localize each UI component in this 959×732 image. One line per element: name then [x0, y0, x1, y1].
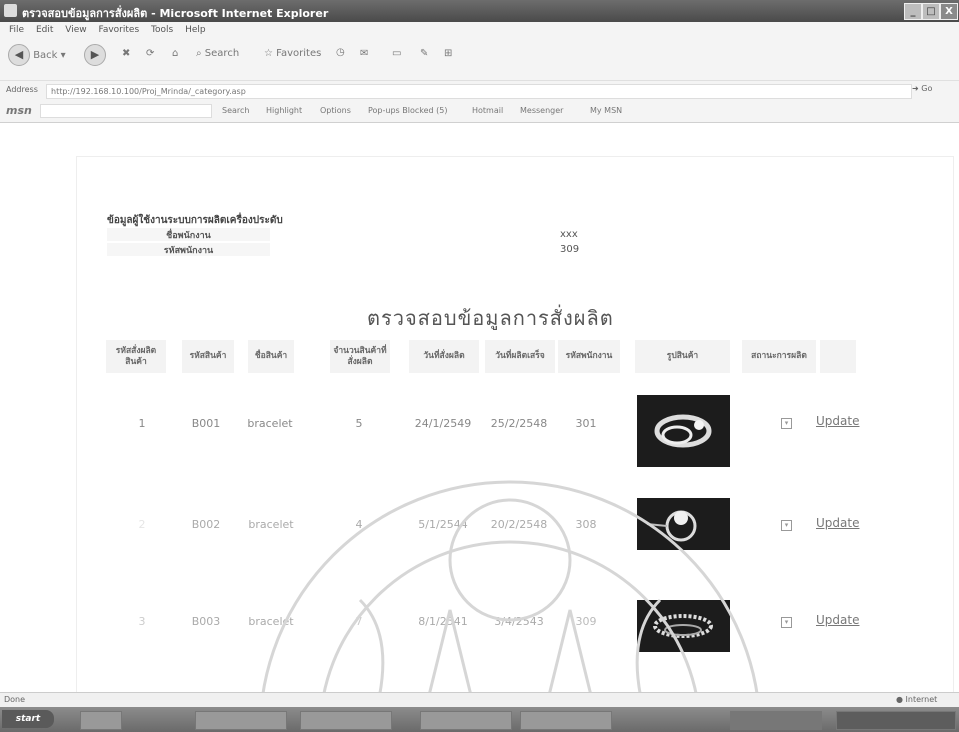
- favorites-label: Favorites: [276, 48, 322, 59]
- stop-icon[interactable]: ✖: [122, 48, 130, 74]
- search-button[interactable]: ⌕ Search: [196, 48, 239, 74]
- status-bar: Done ● Internet: [0, 692, 959, 708]
- address-input[interactable]: http://192.168.10.100/Proj_Mrinda/_categ…: [46, 84, 912, 99]
- forward-arrow-icon: ▶: [84, 44, 106, 66]
- msn-toolbar: msn Search Highlight Options Pop-ups Blo…: [0, 100, 959, 123]
- system-tray: [836, 711, 956, 730]
- taskbar-item-3[interactable]: [420, 711, 512, 730]
- print-icon[interactable]: ▭: [392, 48, 401, 74]
- row1-qty: 5: [355, 417, 363, 430]
- row2-order-id: 2: [138, 518, 146, 531]
- employee-name-label: ชื่อพนักงาน: [107, 228, 270, 241]
- star-icon: ☆: [264, 48, 273, 59]
- msn-logo: msn: [6, 104, 32, 117]
- menu-tools[interactable]: Tools: [151, 25, 173, 35]
- menu-view[interactable]: View: [65, 25, 86, 35]
- row3-order-id: 3: [138, 615, 146, 628]
- back-button[interactable]: ◀ Back ▾: [8, 44, 66, 70]
- menu-help[interactable]: Help: [185, 25, 206, 35]
- row1-order-id: 1: [138, 417, 146, 430]
- my-msn-link[interactable]: My MSN: [590, 106, 622, 115]
- employee-name-value: xxx: [560, 229, 578, 240]
- popup-blocker-button[interactable]: Pop-ups Blocked (5): [368, 106, 447, 115]
- col-order-id: รหัสสั่งผลิตสินค้า: [106, 340, 166, 373]
- col-action: [820, 340, 856, 373]
- standard-toolbar: ◀ Back ▾ ▶ ✖ ⟳ ⌂ ⌕ Search ☆ Favorites ◷ …: [0, 38, 959, 80]
- row3-status-checkbox[interactable]: ▾: [781, 617, 792, 628]
- discuss-icon[interactable]: ⊞: [444, 48, 452, 74]
- row1-product-id: B001: [191, 417, 221, 430]
- window-title: ตรวจสอบข้อมูลการสั่งผลิต - Microsoft Int…: [22, 7, 329, 20]
- menu-file[interactable]: File: [9, 25, 24, 35]
- ie-icon: [4, 4, 17, 17]
- globe-icon: ●: [896, 695, 903, 704]
- col-quantity: จำนวนสินค้าที่สั่งผลิต: [330, 340, 390, 373]
- back-arrow-icon: ◀: [8, 44, 30, 66]
- employee-id-value: 309: [560, 244, 580, 255]
- menu-favorites[interactable]: Favorites: [98, 25, 139, 35]
- options-button[interactable]: Options: [320, 106, 351, 115]
- refresh-icon[interactable]: ⟳: [146, 48, 154, 74]
- highlight-button[interactable]: Highlight: [266, 106, 302, 115]
- window-titlebar: ตรวจสอบข้อมูลการสั่งผลิต - Microsoft Int…: [0, 0, 959, 22]
- forward-button[interactable]: ▶: [84, 44, 106, 70]
- home-icon[interactable]: ⌂: [172, 48, 178, 74]
- employee-id-label: รหัสพนักงาน: [107, 243, 270, 256]
- status-text: Done: [4, 695, 26, 704]
- address-bar: Address http://192.168.10.100/Proj_Mrind…: [0, 80, 959, 101]
- taskbar-item-2[interactable]: [300, 711, 392, 730]
- page-title: ตรวจสอบข้อมูลการสั่งผลิต: [367, 306, 614, 330]
- taskbar-item-4[interactable]: [520, 711, 612, 730]
- zone-label: ● Internet: [896, 695, 937, 704]
- col-product-name: ชื่อสินค้า: [248, 340, 294, 373]
- address-label: Address: [6, 85, 38, 94]
- col-employee-id: รหัสพนักงาน: [558, 340, 620, 373]
- minimize-button[interactable]: _: [904, 3, 922, 20]
- taskbar: start: [0, 707, 959, 732]
- start-button[interactable]: start: [2, 710, 54, 728]
- bracelet-image: [654, 414, 712, 448]
- edit-icon[interactable]: ✎: [420, 48, 428, 74]
- row2-product-id: B002: [191, 518, 221, 531]
- row1-product-image: [637, 395, 730, 467]
- row1-order-date: 24/1/2549: [414, 417, 472, 430]
- search-label: Search: [204, 48, 240, 59]
- mail-icon[interactable]: ✉: [360, 48, 368, 74]
- col-status: สถานะการผลิต: [742, 340, 816, 373]
- row1-update-link[interactable]: Update: [816, 414, 859, 428]
- row2-update-link[interactable]: Update: [816, 516, 859, 530]
- messenger-link[interactable]: Messenger: [520, 106, 563, 115]
- col-product-id: รหัสสินค้า: [182, 340, 234, 373]
- history-icon[interactable]: ◷: [336, 47, 345, 73]
- close-button[interactable]: X: [940, 3, 958, 20]
- row3-product-id: B003: [191, 615, 221, 628]
- userinfo-heading: ข้อมูลผู้ใช้งานระบบการผลิตเครื่องประดับ: [107, 215, 283, 226]
- back-label: Back: [33, 50, 58, 61]
- row1-employee: 301: [575, 417, 597, 430]
- col-order-date: วันที่สั่งผลิต: [409, 340, 479, 373]
- search-icon: ⌕: [196, 48, 202, 59]
- row2-status-checkbox[interactable]: ▾: [781, 520, 792, 531]
- hotmail-link[interactable]: Hotmail: [472, 106, 503, 115]
- row1-status-checkbox[interactable]: ▾: [781, 418, 792, 429]
- menu-bar: File Edit View Favorites Tools Help: [0, 22, 959, 38]
- col-product-image: รูปสินค้า: [635, 340, 730, 373]
- quicklaunch-icon[interactable]: [80, 711, 122, 730]
- menu-edit[interactable]: Edit: [36, 25, 53, 35]
- go-button[interactable]: ➜ Go: [912, 84, 932, 93]
- row1-done-date: 25/2/2548: [490, 417, 548, 430]
- favorites-button[interactable]: ☆ Favorites: [264, 48, 321, 74]
- col-done-date: วันที่ผลิตเสร็จ: [485, 340, 555, 373]
- zone-text: Internet: [905, 695, 938, 704]
- taskbar-item-active[interactable]: [730, 711, 822, 730]
- row3-update-link[interactable]: Update: [816, 613, 859, 627]
- maximize-button[interactable]: □: [922, 3, 940, 20]
- taskbar-item-1[interactable]: [195, 711, 287, 730]
- msn-search-input[interactable]: [40, 104, 212, 118]
- row1-product-name: bracelet: [247, 417, 293, 430]
- msn-search-button[interactable]: Search: [222, 106, 249, 115]
